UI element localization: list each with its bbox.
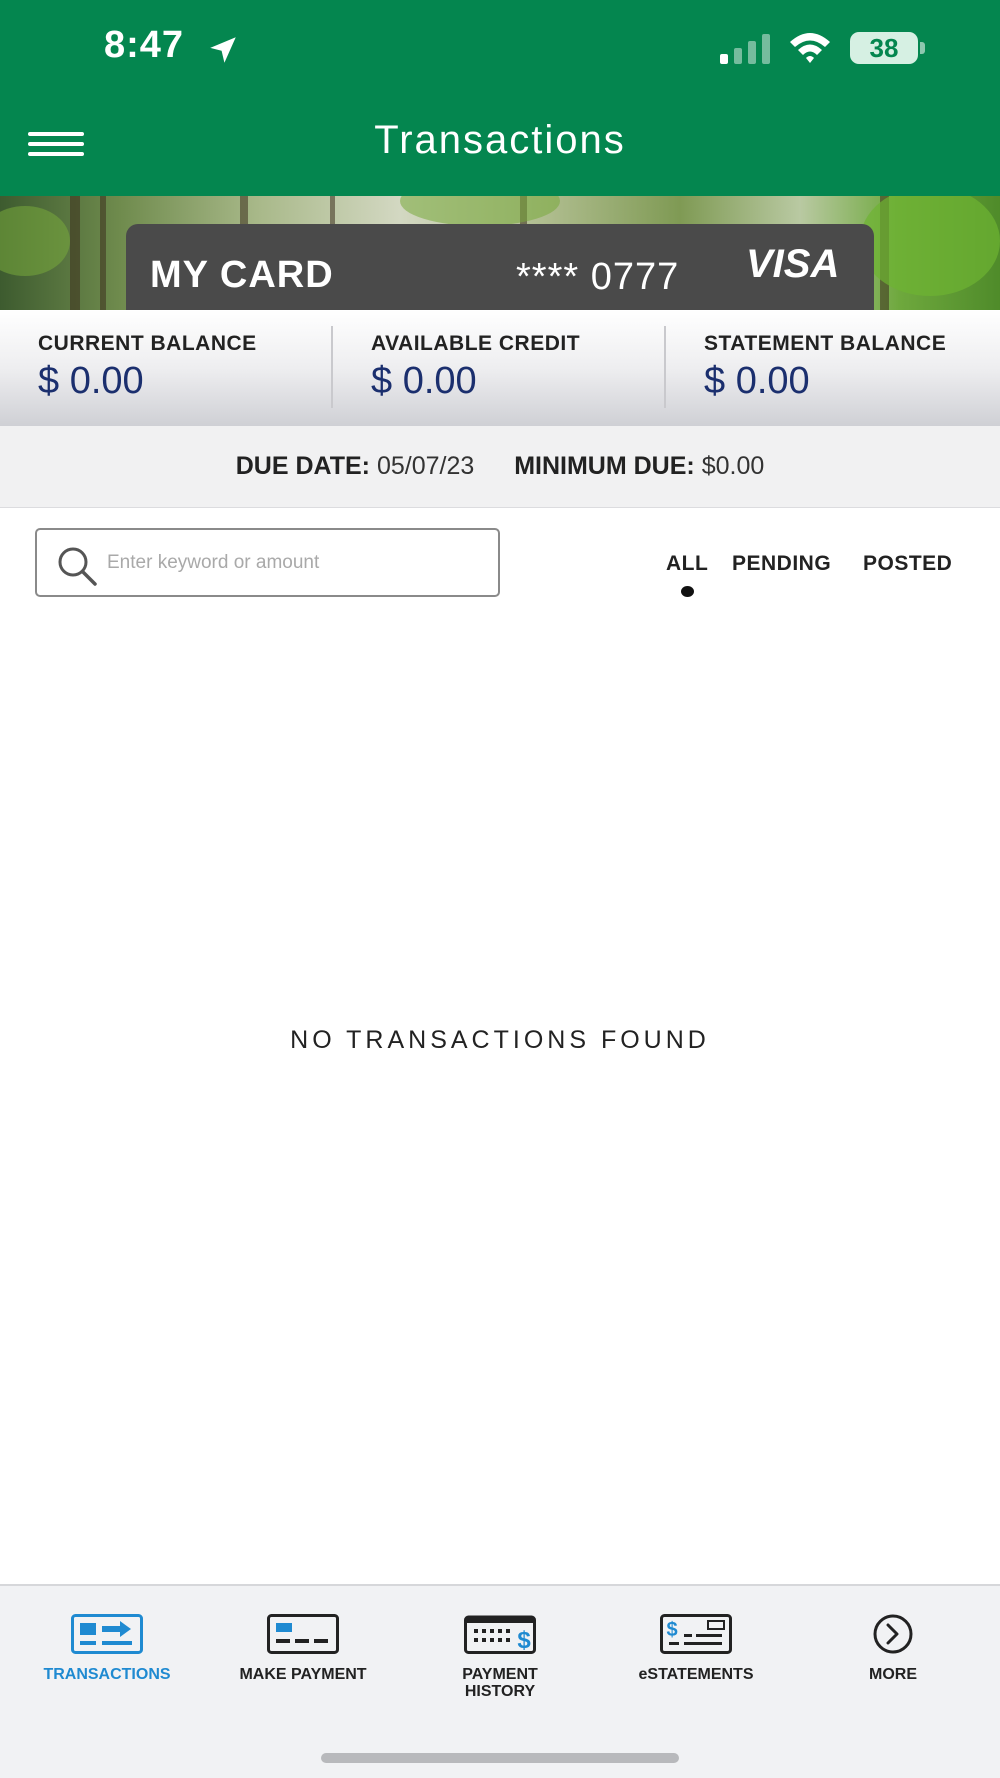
filter-tab-all[interactable]: ALL <box>666 552 708 576</box>
location-arrow-icon <box>210 37 236 63</box>
svg-text:$: $ <box>666 1619 677 1641</box>
credit-card: MY CARD **** 0777 VISA <box>126 224 874 310</box>
battery-icon: 38 <box>850 32 926 66</box>
search-box[interactable] <box>35 528 500 597</box>
balance-label: AVAILABLE CREDIT <box>371 332 581 355</box>
minimum-due-value: $0.00 <box>701 452 765 480</box>
balance-value: $ 0.00 <box>38 360 144 402</box>
balance-label: STATEMENT BALANCE <box>704 332 947 355</box>
minimum-due-label: MINIMUM DUE: <box>514 452 695 480</box>
tab-label: TRANSACTIONS <box>43 1666 171 1683</box>
due-date-label: DUE DATE: <box>235 452 371 480</box>
divider <box>664 326 666 408</box>
battery-level: 38 <box>869 33 899 63</box>
check-statement-icon: $ <box>660 1614 732 1654</box>
visa-logo: VISA <box>746 242 840 286</box>
card-payment-icon <box>267 1614 339 1654</box>
card-name: MY CARD <box>150 254 334 296</box>
balance-value: $ 0.00 <box>704 360 810 402</box>
due-info-bar: DUE DATE: 05/07/23 MINIMUM DUE: $0.00 <box>0 426 1000 508</box>
search-icon <box>58 547 97 586</box>
svg-text:$: $ <box>517 1627 531 1654</box>
cellular-signal-icon <box>720 34 770 64</box>
tab-payment-history[interactable]: $ PAYMENT HISTORY <box>400 1606 600 1716</box>
card-number: **** 0777 <box>516 256 680 298</box>
balance-value: $ 0.00 <box>371 360 477 402</box>
tab-transactions[interactable]: TRANSACTIONS <box>7 1606 207 1716</box>
home-indicator[interactable] <box>321 1753 679 1763</box>
divider <box>331 326 333 408</box>
empty-state-message: NO TRANSACTIONS FOUND <box>290 1026 710 1054</box>
tab-label: MAKE PAYMENT <box>239 1666 367 1683</box>
due-line: DUE DATE: 05/07/23 MINIMUM DUE: $0.00 <box>0 452 1000 481</box>
statement-balance: STATEMENT BALANCE $ 0.00 <box>704 310 994 426</box>
available-credit: AVAILABLE CREDIT $ 0.00 <box>371 310 661 426</box>
tab-more[interactable]: MORE <box>793 1606 993 1716</box>
wifi-icon <box>790 33 830 63</box>
app-header: 8:47 38 Transactions <box>0 0 1000 196</box>
tab-label: MORE <box>869 1666 917 1683</box>
filter-tab-posted[interactable]: POSTED <box>863 552 952 576</box>
balance-summary: CURRENT BALANCE $ 0.00 AVAILABLE CREDIT … <box>0 310 1000 426</box>
filter-tab-pending[interactable]: PENDING <box>732 552 831 576</box>
tab-make-payment[interactable]: MAKE PAYMENT <box>203 1606 403 1716</box>
current-balance: CURRENT BALANCE $ 0.00 <box>38 310 328 426</box>
tab-label: eSTATEMENTS <box>638 1666 754 1683</box>
search-input[interactable] <box>107 540 487 586</box>
due-date-value: 05/07/23 <box>376 452 475 480</box>
calendar-dollar-icon: $ <box>464 1615 536 1654</box>
tab-estatements[interactable]: $ eSTATEMENTS <box>596 1606 796 1716</box>
chevron-right-circle-icon <box>873 1614 913 1654</box>
transactions-icon <box>71 1614 143 1654</box>
page-title: Transactions <box>374 118 626 162</box>
status-time: 8:47 <box>104 24 185 66</box>
active-filter-indicator <box>681 586 694 597</box>
tab-label: PAYMENT HISTORY <box>462 1666 538 1700</box>
bottom-tab-bar: TRANSACTIONS MAKE PAYMENT $ PAYMENT HIST… <box>0 1584 1000 1778</box>
balance-label: CURRENT BALANCE <box>38 332 257 355</box>
